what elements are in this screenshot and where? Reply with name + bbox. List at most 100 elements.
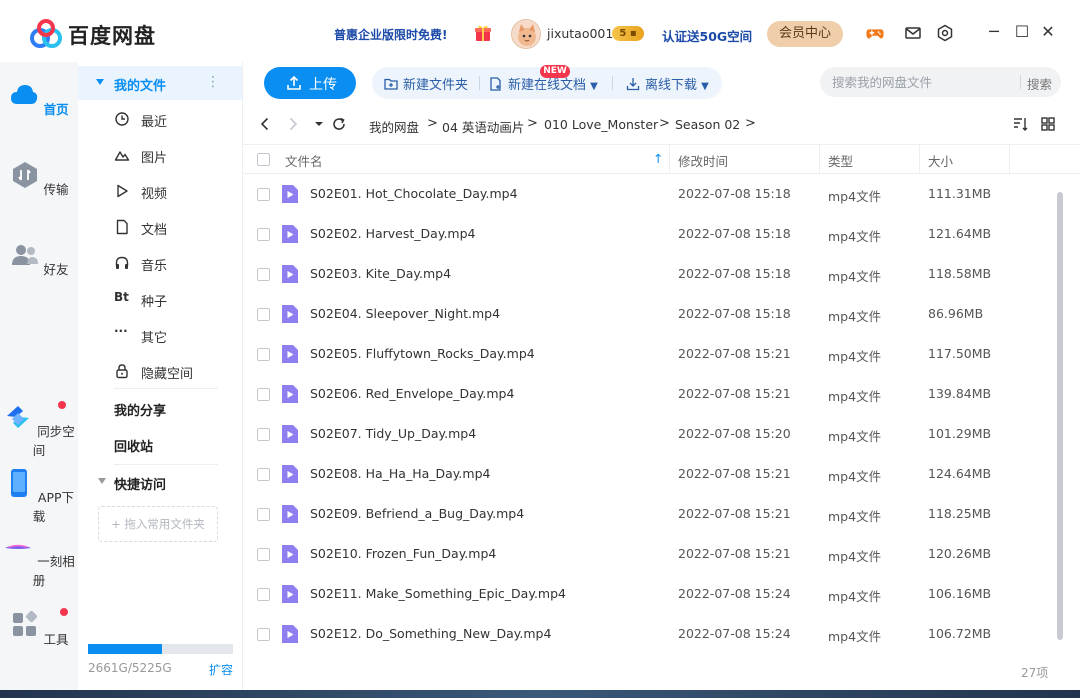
nav-item-videos[interactable]: 视频 — [114, 179, 234, 205]
username[interactable]: jixutao001 — [547, 26, 613, 41]
file-name[interactable]: S02E05. Fluffytown_Rocks_Day.mp4 — [310, 346, 535, 361]
member-center-button[interactable]: 会员中心 — [767, 21, 843, 47]
select-all-checkbox[interactable] — [257, 153, 270, 166]
file-name[interactable]: S02E08. Ha_Ha_Ha_Day.mp4 — [310, 466, 490, 481]
rail-item-friends[interactable]: 好友 — [0, 240, 78, 278]
certify-link[interactable]: 认证送50G空间 — [662, 26, 752, 45]
row-checkbox[interactable] — [257, 548, 270, 561]
divider — [612, 76, 613, 90]
video-file-icon — [282, 305, 298, 323]
chevron-down-icon[interactable]: ▼ — [590, 81, 598, 92]
close-button[interactable]: ✕ — [1038, 22, 1058, 42]
row-checkbox[interactable] — [257, 348, 270, 361]
rail-item-tools[interactable]: 工具 — [0, 610, 78, 648]
expand-storage-link[interactable]: 扩容 — [209, 661, 233, 678]
table-row[interactable]: S02E06. Red_Envelope_Day.mp4 2022-07-08 1… — [243, 374, 1055, 414]
chevron-down-icon[interactable] — [98, 478, 106, 484]
enterprise-promo-link[interactable]: 普惠企业版限时免费! — [334, 26, 447, 43]
table-row[interactable]: S02E10. Frozen_Fun_Day.mp4 2022-07-08 15:… — [243, 534, 1055, 574]
column-header-modified[interactable]: 修改时间 — [678, 151, 728, 170]
nav-item-documents[interactable]: 文档 — [114, 215, 234, 241]
file-name[interactable]: S02E03. Kite_Day.mp4 — [310, 266, 451, 281]
file-name[interactable]: S02E11. Make_Something_Epic_Day.mp4 — [310, 586, 566, 601]
row-checkbox[interactable] — [257, 268, 270, 281]
table-row[interactable]: S02E08. Ha_Ha_Ha_Day.mp4 2022-07-08 15:21… — [243, 454, 1055, 494]
row-checkbox[interactable] — [257, 588, 270, 601]
breadcrumb-item[interactable]: 04 英语动画片 — [442, 117, 524, 136]
nav-item-music[interactable]: 音乐 — [114, 251, 234, 277]
column-header-name[interactable]: 文件名 — [285, 151, 323, 170]
back-arrow-icon[interactable] — [257, 116, 273, 132]
refresh-icon[interactable] — [331, 116, 347, 132]
breadcrumb-item[interactable]: 我的网盘 — [369, 117, 419, 136]
mail-icon[interactable] — [904, 24, 922, 42]
new-folder-button[interactable]: 新建文件夹 — [384, 74, 468, 93]
row-checkbox[interactable] — [257, 508, 270, 521]
row-checkbox[interactable] — [257, 428, 270, 441]
gift-icon[interactable] — [474, 24, 492, 42]
row-checkbox[interactable] — [257, 188, 270, 201]
minimize-button[interactable]: ─ — [984, 22, 1004, 42]
nav-quick-access[interactable]: 快捷访问 — [114, 474, 166, 493]
breadcrumb-item[interactable]: 010 Love_Monster — [544, 117, 658, 132]
grid-view-icon[interactable] — [1040, 116, 1056, 132]
column-header-type[interactable]: 类型 — [828, 151, 853, 170]
row-checkbox[interactable] — [257, 308, 270, 321]
nav-recycle-bin[interactable]: 回收站 — [114, 436, 153, 455]
rail-item-home[interactable]: 首页 — [0, 80, 78, 118]
maximize-button[interactable]: ☐ — [1012, 22, 1032, 42]
breadcrumb-item[interactable]: Season 02 — [675, 117, 740, 132]
gamepad-icon[interactable] — [866, 24, 884, 42]
rail-item-sync-space[interactable]: 同步空间 — [0, 402, 78, 459]
rail-item-transfer[interactable]: 传输 — [0, 160, 78, 198]
file-name[interactable]: S02E09. Befriend_a_Bug_Day.mp4 — [310, 506, 524, 521]
table-row[interactable]: S02E04. Sleepover_Night.mp4 2022-07-08 15… — [243, 294, 1055, 334]
rail-item-album[interactable]: 一刻相册 — [0, 532, 78, 589]
vip-level-badge[interactable]: 5 ▪ — [612, 26, 644, 41]
nav-my-share[interactable]: 我的分享 — [114, 400, 166, 419]
divider — [669, 145, 670, 174]
column-header-size[interactable]: 大小 — [928, 151, 953, 170]
file-name[interactable]: S02E06. Red_Envelope_Day.mp4 — [310, 386, 514, 401]
table-row[interactable]: S02E11. Make_Something_Epic_Day.mp4 2022-… — [243, 574, 1055, 614]
row-checkbox[interactable] — [257, 468, 270, 481]
table-row[interactable]: S02E05. Fluffytown_Rocks_Day.mp4 2022-07-… — [243, 334, 1055, 374]
forward-arrow-icon[interactable] — [285, 116, 301, 132]
row-checkbox[interactable] — [257, 388, 270, 401]
table-row[interactable]: S02E07. Tidy_Up_Day.mp4 2022-07-08 15:20 m… — [243, 414, 1055, 454]
drag-folder-dropzone[interactable]: + 拖入常用文件夹 — [98, 506, 218, 542]
file-name[interactable]: S02E02. Harvest_Day.mp4 — [310, 226, 475, 241]
settings-gear-icon[interactable] — [936, 24, 954, 42]
sort-icon[interactable] — [1012, 116, 1028, 132]
nav-item-torrents[interactable]: Bt 种子 — [114, 287, 234, 313]
file-name[interactable]: S02E10. Frozen_Fun_Day.mp4 — [310, 546, 496, 561]
file-name[interactable]: S02E12. Do_Something_New_Day.mp4 — [310, 626, 551, 641]
row-checkbox[interactable] — [257, 228, 270, 241]
search-input[interactable] — [832, 67, 1012, 97]
file-name[interactable]: S02E04. Sleepover_Night.mp4 — [310, 306, 500, 321]
nav-item-images[interactable]: 图片 — [114, 143, 234, 169]
history-dropdown-icon[interactable] — [311, 116, 327, 132]
file-name[interactable]: S02E01. Hot_Chocolate_Day.mp4 — [310, 186, 518, 201]
table-row[interactable]: S02E01. Hot_Chocolate_Day.mp4 2022-07-08 … — [243, 174, 1055, 214]
rail-item-app-download[interactable]: APP下载 — [0, 468, 78, 525]
table-row[interactable]: S02E03. Kite_Day.mp4 2022-07-08 15:18 mp4文… — [243, 254, 1055, 294]
nav-my-files[interactable]: 我的文件 ⋮ — [78, 66, 242, 100]
more-vertical-icon[interactable]: ⋮ — [206, 74, 220, 90]
search-button[interactable]: 搜索 — [1027, 74, 1052, 93]
table-row[interactable]: S02E12. Do_Something_New_Day.mp4 2022-07-… — [243, 614, 1055, 654]
vertical-scrollbar[interactable] — [1057, 192, 1063, 640]
nav-item-others[interactable]: ··· 其它 — [114, 323, 234, 349]
transfer-icon — [12, 162, 37, 188]
offline-download-button[interactable]: 离线下载 ▼ — [626, 74, 709, 93]
nav-item-hidden-space[interactable]: 隐藏空间 — [114, 359, 234, 385]
sort-ascending-icon[interactable]: ↑ — [653, 151, 663, 166]
table-row[interactable]: S02E09. Befriend_a_Bug_Day.mp4 2022-07-08… — [243, 494, 1055, 534]
table-row[interactable]: S02E02. Harvest_Day.mp4 2022-07-08 15:18 m… — [243, 214, 1055, 254]
upload-button[interactable]: 上传 — [264, 67, 356, 99]
row-checkbox[interactable] — [257, 628, 270, 641]
nav-item-recent[interactable]: 最近 — [114, 107, 234, 133]
chevron-down-icon[interactable]: ▼ — [701, 81, 709, 92]
file-name[interactable]: S02E07. Tidy_Up_Day.mp4 — [310, 426, 476, 441]
user-avatar[interactable] — [511, 19, 541, 49]
